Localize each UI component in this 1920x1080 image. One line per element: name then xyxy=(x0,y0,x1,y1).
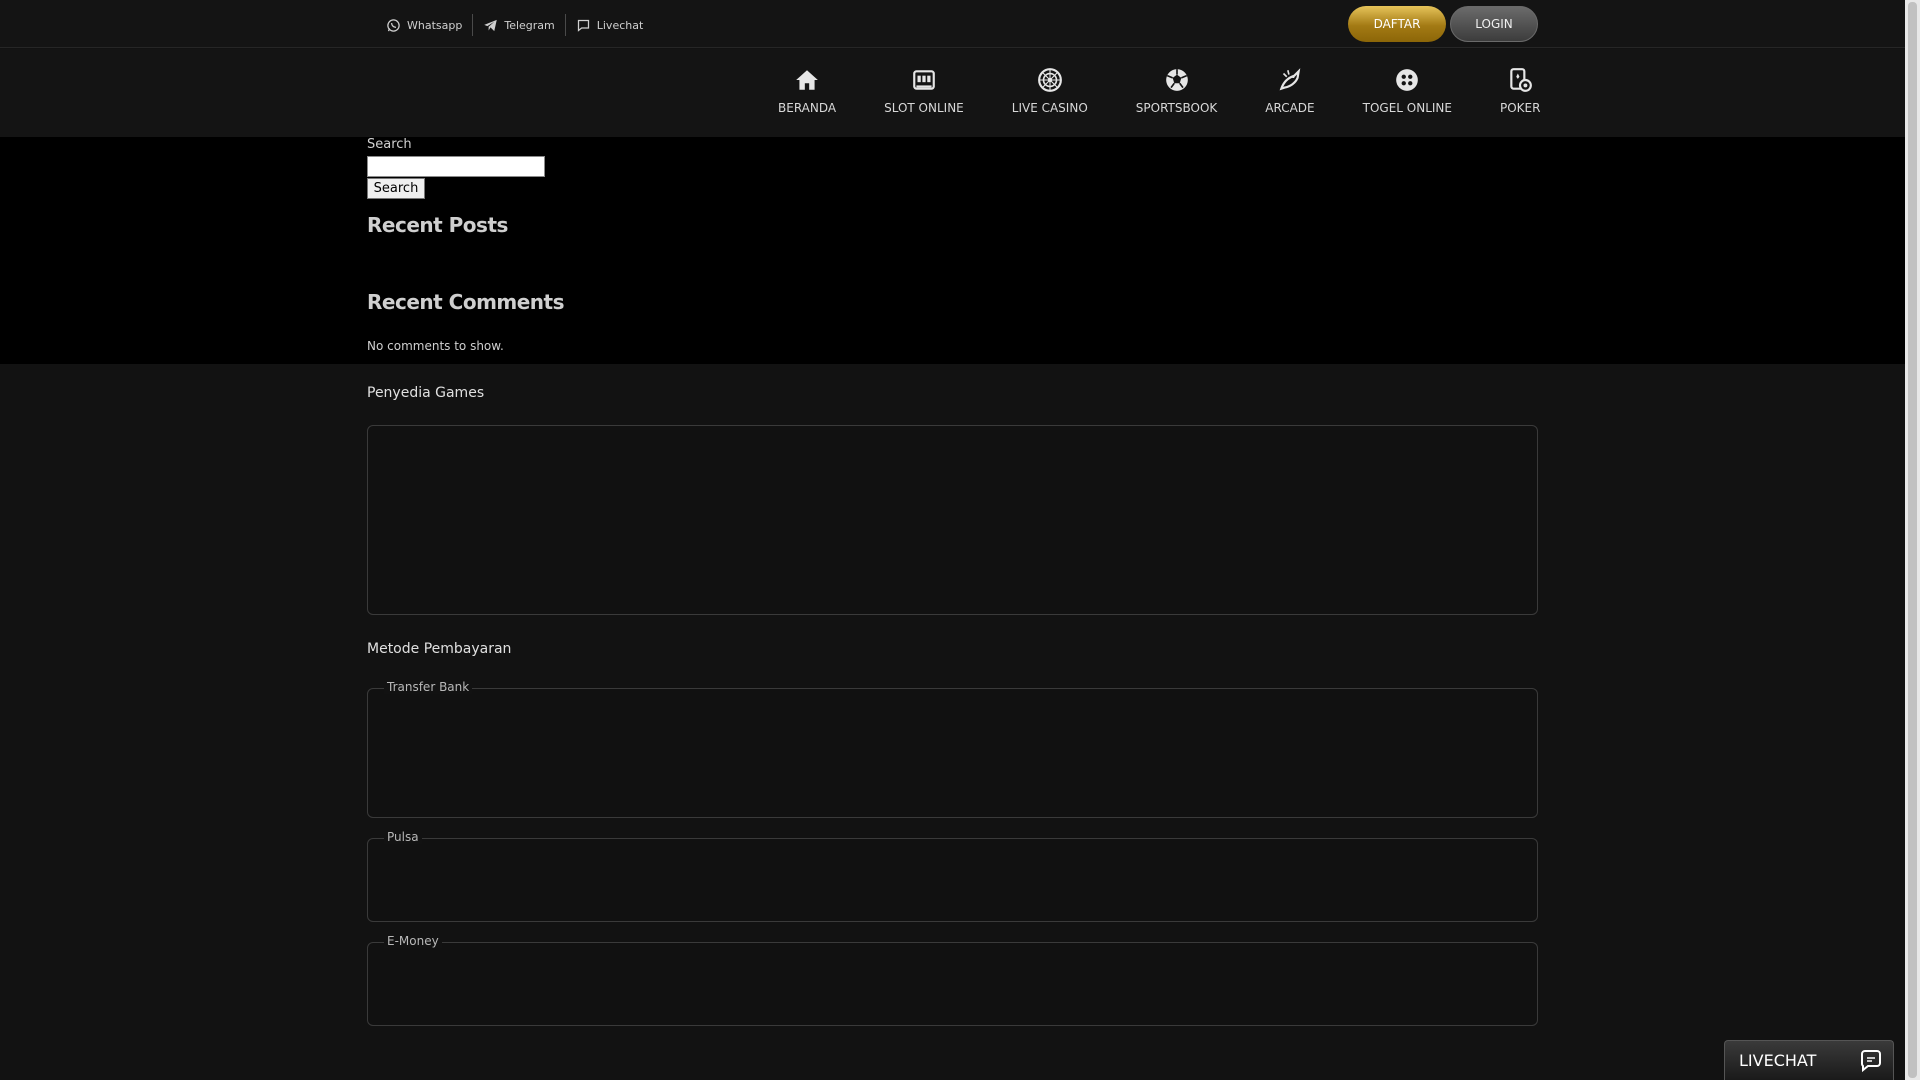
slot-machine-icon xyxy=(913,70,935,90)
payment-group-label: Pulsa xyxy=(384,830,422,844)
search-label: Search xyxy=(367,137,412,152)
nav-label: SPORTSBOOK xyxy=(1135,101,1218,115)
nav-item-poker[interactable]: POKER xyxy=(1476,67,1564,115)
nav-label: POKER xyxy=(1500,101,1541,115)
whatsapp-link[interactable]: Whatsapp xyxy=(376,14,472,36)
scrollbar-thumb[interactable] xyxy=(1908,2,1917,1078)
login-button[interactable]: LOGIN xyxy=(1450,6,1538,42)
search-input[interactable] xyxy=(367,156,545,177)
nav-item-live-casino[interactable]: LIVE CASINO xyxy=(988,67,1112,115)
daftar-button[interactable]: DAFTAR xyxy=(1348,6,1446,42)
nav-label: LIVE CASINO xyxy=(1011,101,1088,115)
main-nav: BERANDA SLOT ONLINE LIVE CASINO SPORTSBO… xyxy=(754,67,1564,115)
widget-area: Search Search Recent Posts Recent Commen… xyxy=(0,137,1905,364)
livechat-widget[interactable]: LIVECHAT xyxy=(1724,1040,1894,1080)
telegram-icon xyxy=(484,19,498,31)
search-widget: Search Search Recent Posts Recent Commen… xyxy=(367,137,867,353)
livechat-link-label: Livechat xyxy=(596,18,644,32)
nav-item-sportsbook[interactable]: SPORTSBOOK xyxy=(1112,67,1242,115)
no-comments-text: No comments to show. xyxy=(367,339,504,353)
nav-label: TOGEL ONLINE xyxy=(1362,101,1452,115)
search-button[interactable]: Search xyxy=(367,178,425,199)
payment-group-pulsa: Pulsa xyxy=(367,830,1538,922)
main-navbar: BERANDA SLOT ONLINE LIVE CASINO SPORTSBO… xyxy=(0,49,1905,137)
page-scrollbar[interactable] xyxy=(1905,0,1920,1080)
nav-label: BERANDA xyxy=(778,101,837,115)
livechat-link[interactable]: Livechat xyxy=(564,14,654,36)
recent-posts-title: Recent Posts xyxy=(367,213,508,237)
payment-group-transfer-bank: Transfer Bank xyxy=(367,680,1538,818)
recent-comments-title: Recent Comments xyxy=(367,290,565,314)
livechat-label: LIVECHAT xyxy=(1739,1051,1817,1070)
payment-group-e-money: E-Money xyxy=(367,934,1538,1026)
payment-title: Metode Pembayaran xyxy=(367,641,512,657)
home-icon xyxy=(796,70,818,90)
nav-item-togel-online[interactable]: TOGEL ONLINE xyxy=(1339,67,1476,115)
page: Whatsapp Telegram Livechat DAFTAR LOGIN … xyxy=(0,0,1905,1080)
nav-item-beranda[interactable]: BERANDA xyxy=(754,67,860,115)
soccer-ball-icon xyxy=(1165,69,1188,91)
chat-icon xyxy=(1861,1049,1881,1072)
whatsapp-icon xyxy=(387,18,400,32)
nav-item-slot-online[interactable]: SLOT ONLINE xyxy=(860,67,988,115)
fish-icon xyxy=(1279,68,1301,91)
chat-bubble-icon xyxy=(577,19,589,32)
payment-group-label: Transfer Bank xyxy=(384,680,473,694)
lottery-ball-icon xyxy=(1396,69,1419,91)
nav-label: SLOT ONLINE xyxy=(884,101,964,115)
nav-label: ARCADE xyxy=(1265,101,1315,115)
providers-box xyxy=(367,425,1538,615)
providers-title: Penyedia Games xyxy=(367,385,485,401)
auth-buttons: DAFTAR LOGIN xyxy=(1348,6,1538,42)
roulette-icon xyxy=(1037,68,1062,92)
payment-group-label: E-Money xyxy=(384,934,442,948)
contact-links: Whatsapp Telegram Livechat xyxy=(376,14,653,36)
nav-item-arcade[interactable]: ARCADE xyxy=(1241,67,1338,115)
whatsapp-label: Whatsapp xyxy=(407,18,463,32)
telegram-label: Telegram xyxy=(504,18,555,32)
poker-icon xyxy=(1510,68,1533,92)
telegram-link[interactable]: Telegram xyxy=(472,14,564,36)
top-bar: Whatsapp Telegram Livechat DAFTAR LOGIN xyxy=(0,0,1905,48)
